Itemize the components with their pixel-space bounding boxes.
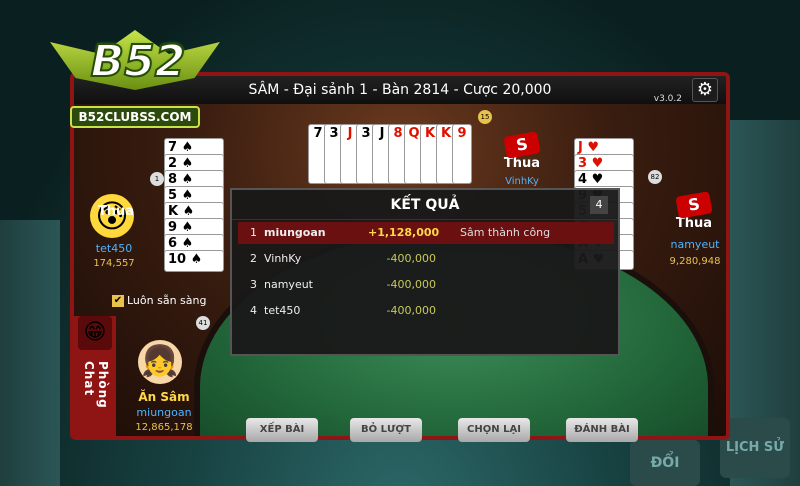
result-row: 3 namyeut -400,000 [238, 274, 614, 296]
result-name: VinhKy [264, 252, 302, 265]
result-row: 4 tet450 -400,000 [238, 300, 614, 322]
auto-ready-checkbox[interactable]: ✔ Luôn sẵn sàng [112, 294, 206, 307]
arrange-cards-button[interactable]: XẾP BÀI [246, 418, 318, 442]
emoji-icon[interactable]: 😁 [78, 316, 112, 350]
result-row: 1 miungoan +1,128,000 Sâm thành công [238, 222, 614, 244]
doi-bg-button: ĐỔI [630, 440, 700, 486]
player-top-name: VinhKy [505, 176, 539, 187]
player-left-status: Thua [97, 204, 135, 219]
history-bg-button: LỊCH SỬ [720, 418, 790, 478]
player-top-card-count: 15 [478, 110, 492, 124]
gear-icon[interactable]: ⚙ [692, 78, 718, 102]
player-me-money: 12,865,178 [135, 422, 193, 433]
player-me-card-count: 41 [196, 316, 210, 330]
result-row: 2 VinhKy -400,000 [238, 248, 614, 270]
result-amount: -400,000 [386, 252, 436, 265]
result-name: tet450 [264, 304, 301, 317]
result-rank: 3 [250, 278, 257, 291]
skip-turn-button[interactable]: BỎ LƯỢT [350, 418, 422, 442]
result-rank: 4 [250, 304, 257, 317]
player-right-money: 9,280,948 [669, 256, 721, 267]
logo-text: B52 [90, 35, 187, 88]
auto-ready-label: Luôn sẵn sàng [127, 294, 207, 307]
result-dialog: KẾT QUẢ 4 1 miungoan +1,128,000 Sâm thàn… [230, 188, 620, 356]
player-left-money: 174,557 [93, 258, 135, 269]
result-title: KẾT QUẢ [232, 190, 618, 220]
player-right-card-count: 82 [648, 170, 662, 184]
result-rank: 2 [250, 252, 257, 265]
chat-tab[interactable]: Phòng Chat [82, 361, 110, 436]
reselect-button[interactable]: CHỌN LẠI [458, 418, 530, 442]
player-right-status: S Thua [666, 191, 722, 231]
player-top-status: S Thua [494, 131, 550, 171]
result-name: miungoan [264, 226, 326, 239]
logo-url: B52CLUBSS.COM [70, 106, 200, 128]
result-player-count: 4 [590, 196, 608, 214]
player-left-card-count: 1 [150, 172, 164, 186]
b52-logo: B52 B52CLUBSS.COM [50, 8, 220, 128]
result-amount: -400,000 [386, 304, 436, 317]
result-name: namyeut [264, 278, 313, 291]
version-label: v3.0.2 [653, 94, 682, 104]
player-me-avatar: 👧 [138, 340, 182, 384]
player-me-name: miungoan [136, 406, 192, 419]
background-table-left [0, 220, 60, 486]
result-note: Sâm thành công [460, 226, 551, 239]
checkbox-check-icon: ✔ [112, 295, 124, 307]
player-right-name: namyeut [670, 238, 720, 251]
result-amount: +1,128,000 [368, 226, 440, 239]
card: 10 ♠ [164, 250, 224, 272]
player-me-status: Ăn Sâm [138, 390, 190, 404]
result-amount: -400,000 [386, 278, 436, 291]
player-left-name: tet450 [95, 242, 133, 255]
card: 9 [452, 124, 472, 184]
result-rank: 1 [250, 226, 257, 239]
play-cards-button[interactable]: ĐÁNH BÀI [566, 418, 638, 442]
